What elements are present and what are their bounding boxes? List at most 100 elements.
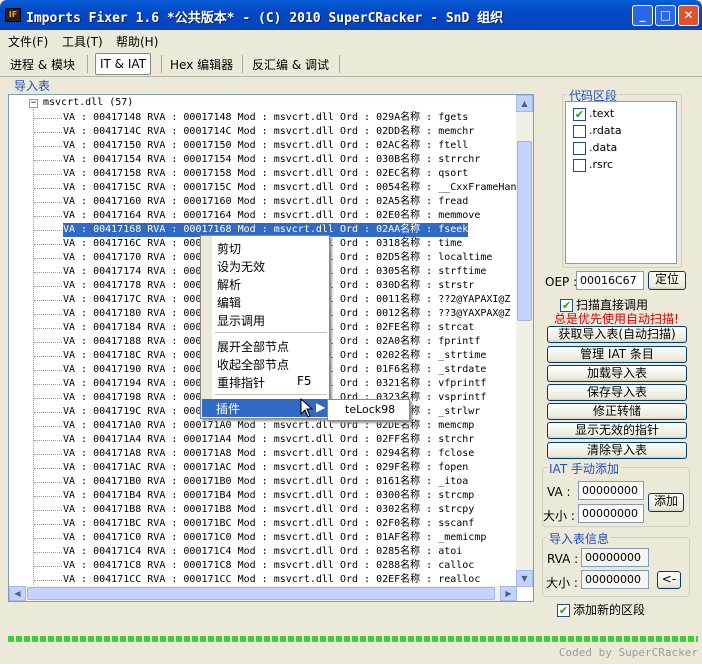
ctx-reorder-shortcut: F5 (297, 374, 312, 388)
menu-help[interactable]: 帮助(H) (116, 33, 158, 50)
size-input[interactable]: 00000000 (578, 504, 644, 523)
scroll-right-button[interactable]: ▶ (500, 586, 517, 601)
import-info-title: 导入表信息 (547, 530, 612, 547)
tree-line (34, 370, 62, 371)
plugin-telock98[interactable]: teLock98 (345, 403, 395, 416)
minimize-button[interactable]: _ (632, 5, 653, 26)
import-entry-row[interactable]: VA : 004171A8 RVA : 000171A8 Mod : msvcr… (63, 447, 474, 461)
tree-line (34, 468, 62, 469)
maximize-button[interactable]: □ (655, 5, 676, 26)
manage-iat-entries-button[interactable]: 管理 IAT 条目 (547, 346, 687, 363)
tree-line (34, 412, 62, 413)
add-button[interactable]: 添加 (648, 493, 684, 512)
title-bar: IF Imports Fixer 1.6 *公共版本* - (C) 2010 S… (0, 0, 702, 30)
import-entry-row[interactable]: VA : 004171B8 RVA : 000171B8 Mod : msvcr… (63, 503, 474, 517)
section-rdata[interactable]: .rdata (573, 124, 622, 138)
section-text[interactable]: ✔ .text (573, 107, 614, 121)
tab-it-iat[interactable]: IT & IAT (95, 53, 152, 75)
tree-line (34, 552, 62, 553)
va-label: VA : (547, 485, 571, 499)
back-arrow-button[interactable]: <- (657, 571, 681, 589)
ctx-edit[interactable]: 编辑 (217, 294, 241, 311)
import-entry-row[interactable]: VA : 00417164 RVA : 00017164 Mod : msvcr… (63, 209, 480, 223)
import-entry-row[interactable]: VA : 004171B4 RVA : 000171B4 Mod : msvcr… (63, 489, 474, 503)
import-entry-row[interactable]: VA : 00417154 RVA : 00017154 Mod : msvcr… (63, 153, 480, 167)
tree-line (34, 132, 62, 133)
import-entry-row[interactable]: VA : 004171BC RVA : 000171BC Mod : msvcr… (63, 517, 474, 531)
tab-disasm-debug[interactable]: 反汇编 & 调试 (248, 53, 333, 75)
import-entry-row[interactable]: VA : 004171AC RVA : 000171AC Mod : msvcr… (63, 461, 468, 475)
fix-dump-button[interactable]: 修正转储 (547, 403, 687, 420)
rva-display: 00000000 (581, 548, 649, 567)
clear-imports-button[interactable]: 清除导入表 (547, 442, 687, 459)
ctx-cut[interactable]: 剪切 (217, 240, 241, 257)
ctx-reorder-pointers[interactable]: 重排指针 (217, 374, 265, 391)
import-entry-row[interactable]: VA : 0041715C RVA : 0001715C Mod : msvcr… (63, 181, 516, 195)
section-checkbox[interactable] (573, 158, 586, 172)
horizontal-scrollbar[interactable]: ◀ ▶ (9, 586, 517, 601)
app-icon: IF (5, 8, 21, 22)
section-checkbox[interactable] (573, 141, 586, 155)
load-imports-button[interactable]: 加载导入表 (547, 365, 687, 382)
collapse-toggle[interactable]: − (29, 99, 38, 108)
close-button[interactable]: ✕ (678, 5, 699, 26)
import-entry-row[interactable]: VA : 004171C0 RVA : 000171C0 Mod : msvcr… (63, 531, 486, 545)
scroll-down-button[interactable]: ▼ (516, 570, 533, 587)
section-rsrc[interactable]: .rsrc (573, 158, 613, 172)
tree-line (34, 202, 62, 203)
section-checkbox[interactable] (573, 124, 586, 138)
oep-input[interactable]: 00016C67 (576, 271, 644, 290)
mouse-pointer-icon (300, 398, 314, 418)
ctx-set-invalid[interactable]: 设为无效 (217, 258, 265, 275)
ctx-expand-all[interactable]: 展开全部节点 (217, 338, 289, 355)
menu-tools[interactable]: 工具(T) (62, 33, 103, 50)
import-entry-row[interactable]: VA : 00417148 RVA : 00017148 Mod : msvcr… (63, 111, 468, 125)
horizontal-scroll-thumb[interactable] (27, 587, 495, 600)
vertical-scroll-thumb[interactable] (517, 141, 532, 321)
add-section-checkbox[interactable]: ✔ (557, 604, 570, 617)
import-entry-row[interactable]: VA : 004171CC RVA : 000171CC Mod : msvcr… (63, 573, 480, 587)
show-invalid-pointers-button[interactable]: 显示无效的指针 (547, 422, 687, 439)
scroll-left-button[interactable]: ◀ (9, 586, 26, 601)
import-entry-row[interactable]: VA : 004171C8 RVA : 000171C8 Mod : msvcr… (63, 559, 474, 573)
import-entry-row[interactable]: VA : 00417150 RVA : 00017150 Mod : msvcr… (63, 139, 468, 153)
locate-button[interactable]: 定位 (648, 271, 686, 290)
import-entry-row[interactable]: VA : 004171A0 RVA : 000171A0 Mod : msvcr… (63, 419, 474, 433)
menu-file[interactable]: 文件(F) (8, 33, 48, 50)
import-table-group-label: 导入表 (14, 79, 51, 93)
section-data[interactable]: .data (573, 141, 617, 155)
info-size-label: 大小 : (546, 576, 578, 590)
vertical-scrollbar[interactable]: ▲ ▼ (516, 95, 533, 587)
import-entry-row[interactable]: VA : 0041714C RVA : 0001714C Mod : msvcr… (63, 125, 474, 139)
tree-root-module[interactable]: msvcrt.dll (57) (43, 97, 133, 108)
sections-list: ✔ .text .rdata .data .rsrc (565, 101, 677, 264)
get-imports-auto-scan-button[interactable]: 获取导入表(自动扫描) (547, 326, 687, 343)
tree-line (34, 454, 62, 455)
tree-line (34, 174, 62, 175)
ctx-resolve[interactable]: 解析 (217, 276, 241, 293)
tree-line (34, 440, 62, 441)
tree-line (34, 258, 62, 259)
tree-line (34, 496, 62, 497)
tree-line (34, 286, 62, 287)
save-imports-button[interactable]: 保存导入表 (547, 384, 687, 401)
add-new-section-option[interactable]: ✔ 添加新的区段 (557, 601, 645, 618)
progress-bar (8, 636, 698, 642)
tab-hex-editor[interactable]: Hex 编辑器 (166, 53, 237, 75)
scroll-up-button[interactable]: ▲ (516, 95, 533, 112)
ctx-collapse-all[interactable]: 收起全部节点 (217, 356, 289, 373)
import-entry-row[interactable]: VA : 004171B0 RVA : 000171B0 Mod : msvcr… (63, 475, 468, 489)
tree-line (34, 510, 62, 511)
ctx-show-calls[interactable]: 显示调用 (217, 312, 265, 329)
import-entry-row[interactable]: VA : 00417160 RVA : 00017160 Mod : msvcr… (63, 195, 468, 209)
oep-label: OEP : (545, 275, 578, 289)
tab-separator (339, 55, 340, 73)
va-input[interactable]: 00000000 (578, 481, 644, 500)
tree-line (34, 300, 62, 301)
import-entry-row[interactable]: VA : 004171A4 RVA : 000171A4 Mod : msvcr… (63, 433, 474, 447)
section-checkbox[interactable]: ✔ (573, 107, 586, 121)
import-entry-row[interactable]: VA : 004171C4 RVA : 000171C4 Mod : msvcr… (63, 545, 462, 559)
info-size-display: 00000000 (581, 570, 649, 589)
tab-process-modules[interactable]: 进程 & 模块 (6, 53, 79, 75)
import-entry-row[interactable]: VA : 00417158 RVA : 00017158 Mod : msvcr… (63, 167, 468, 181)
